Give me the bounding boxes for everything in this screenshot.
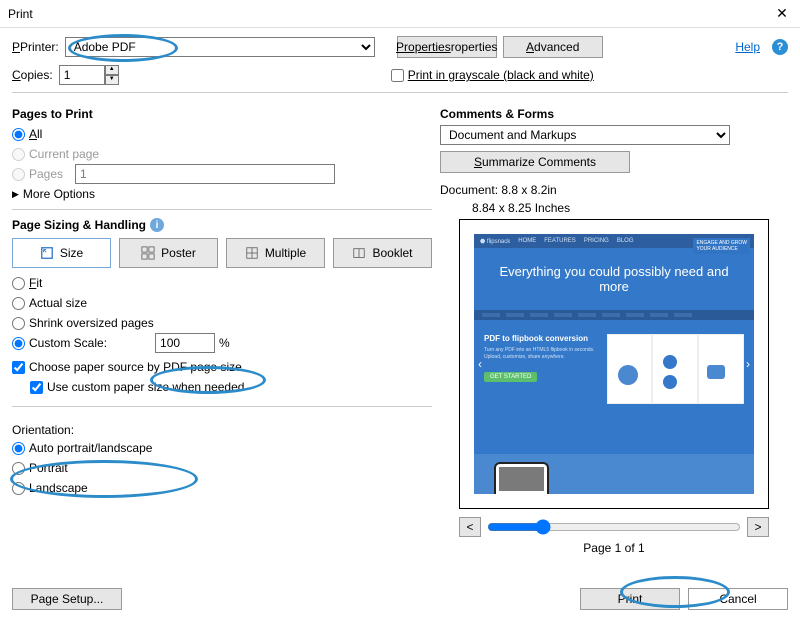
custom-scale-label: Custom Scale: [29,336,107,350]
preview-headline: Everything you could possibly need and m… [484,264,744,294]
help-icon[interactable]: ? [772,39,788,55]
preview-prev-icon: ‹ [478,357,482,371]
printer-select[interactable]: Adobe PDF [65,37,375,57]
size-icon [40,246,54,260]
actual-size-radio[interactable] [12,297,25,310]
page-dimensions: 8.84 x 8.25 Inches [472,201,788,215]
close-icon[interactable]: ✕ [772,5,792,22]
custom-scale-input[interactable] [155,333,215,353]
pages-to-print-title: Pages to Print [12,107,432,121]
shrink-label: Shrink oversized pages [29,316,154,330]
pages-range-input[interactable] [75,164,335,184]
booklet-icon [352,246,366,260]
choose-source-checkbox[interactable] [12,361,25,374]
grayscale-checkbox[interactable] [391,69,404,82]
print-preview: ⬣ flipsnackHOMEFEATURESPRICINGBLOG Every… [459,219,769,509]
help-link[interactable]: Help [735,40,760,54]
tab-booklet[interactable]: Booklet [333,238,432,268]
copies-label: Copies: [12,68,53,82]
info-icon[interactable]: i [150,218,164,232]
pages-range-radio [12,168,25,181]
preview-next-button[interactable]: > [747,517,769,537]
orientation-landscape-label: Landscape [29,481,88,495]
copies-down-button[interactable]: ▼ [105,75,119,85]
orientation-auto-label: Auto portrait/landscape [29,441,152,455]
pages-current-label: Current page [29,147,99,161]
pages-all-radio[interactable] [12,128,25,141]
tab-multiple[interactable]: Multiple [226,238,325,268]
preview-zoom-slider[interactable] [487,519,741,535]
tab-poster[interactable]: Poster [119,238,218,268]
copies-up-button[interactable]: ▲ [105,65,119,75]
fit-label: Fit [29,276,42,290]
pages-current-radio [12,148,25,161]
cancel-button[interactable]: Cancel [688,588,788,610]
tab-size[interactable]: Size [12,238,111,268]
chevron-right-icon: ▶ [12,189,19,200]
page-setup-button[interactable]: Page Setup... [12,588,122,610]
use-custom-paper-checkbox[interactable] [30,381,43,394]
grayscale-label: Print in grayscale (black and white) [408,68,594,82]
orientation-portrait-label: Portrait [29,461,68,475]
print-button[interactable]: Print [580,588,680,610]
window-title: Print [8,7,33,21]
orientation-title: Orientation: [12,423,432,437]
properties-button[interactable]: Propertiesroperties [397,36,497,58]
use-custom-paper-label: Use custom paper size when needed [47,380,244,394]
comments-forms-title: Comments & Forms [440,107,788,121]
pages-range-label: Pages [29,167,63,181]
custom-scale-radio[interactable] [12,337,25,350]
more-options-toggle[interactable]: ▶ More Options [12,187,432,201]
choose-source-label: Choose paper source by PDF page size [29,360,242,374]
fit-radio[interactable] [12,277,25,290]
advanced-button[interactable]: Advanced [503,36,603,58]
sizing-title: Page Sizing & Handling [12,218,146,232]
preview-next-icon: › [746,357,750,371]
summarize-comments-button[interactable]: Summarize Comments [440,151,630,173]
orientation-portrait-radio[interactable] [12,462,25,475]
poster-icon [141,246,155,260]
preview-prev-button[interactable]: < [459,517,481,537]
document-dimensions: Document: 8.8 x 8.2in [440,183,788,197]
orientation-auto-radio[interactable] [12,442,25,455]
scale-unit: % [219,336,230,350]
pages-all-label: All [29,127,42,141]
multiple-icon [245,246,259,260]
copies-input[interactable] [59,65,105,85]
actual-size-label: Actual size [29,296,87,310]
printer-label: PPrinter: [12,40,59,54]
page-indicator: Page 1 of 1 [440,541,788,555]
comments-forms-select[interactable]: Document and Markups [440,125,730,145]
shrink-radio[interactable] [12,317,25,330]
orientation-landscape-radio[interactable] [12,482,25,495]
